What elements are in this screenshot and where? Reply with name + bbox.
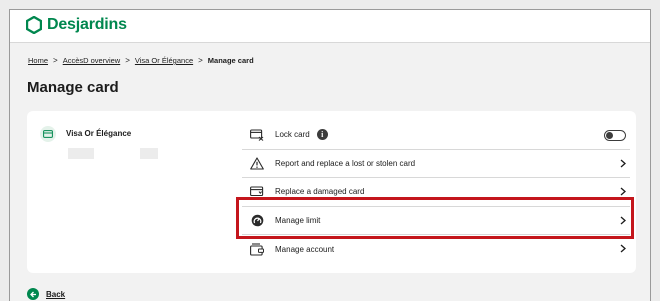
lock-card-row: Lock card i xyxy=(242,121,630,150)
card-panel: Visa Or Élégance Lock card i Report and … xyxy=(27,111,636,273)
back-link[interactable]: Back xyxy=(27,288,65,300)
browser-viewport: Desjardins Home > AccèsD overview > Visa… xyxy=(9,9,651,301)
gauge-icon xyxy=(250,213,264,227)
back-label: Back xyxy=(46,289,66,299)
manage-limit-row[interactable]: Manage limit xyxy=(242,207,630,235)
desjardins-logo[interactable]: Desjardins xyxy=(26,16,127,34)
hexagon-logo-icon xyxy=(26,16,42,34)
replace-damaged-label: Replace a damaged card xyxy=(275,187,365,197)
card-actions-list: Lock card i Report and replace a lost or… xyxy=(242,121,630,264)
masked-card-detail xyxy=(140,148,158,159)
replace-damaged-card-row[interactable]: Replace a damaged card xyxy=(242,178,630,207)
manage-limit-label: Manage limit xyxy=(275,215,321,225)
breadcrumb-accesd-overview[interactable]: AccèsD overview xyxy=(63,56,121,65)
card-lock-icon xyxy=(250,128,264,142)
breadcrumb: Home > AccèsD overview > Visa Or Éléganc… xyxy=(28,56,254,65)
breadcrumb-separator: > xyxy=(125,56,130,65)
credit-card-icon xyxy=(40,126,56,142)
report-replace-card-row[interactable]: Report and replace a lost or stolen card xyxy=(242,150,630,178)
warning-icon xyxy=(250,156,264,170)
breadcrumb-current: Manage card xyxy=(207,56,254,65)
chevron-right-icon xyxy=(620,216,626,224)
breadcrumb-separator: > xyxy=(198,56,203,65)
wallet-icon xyxy=(250,242,264,256)
back-arrow-icon xyxy=(27,288,39,300)
damaged-card-icon xyxy=(250,185,264,199)
report-replace-label: Report and replace a lost or stolen card xyxy=(275,158,416,168)
chevron-right-icon xyxy=(620,187,626,196)
masked-card-number xyxy=(68,148,94,159)
manage-account-label: Manage account xyxy=(275,244,335,254)
card-name: Visa Or Élégance xyxy=(66,129,132,138)
lock-card-label: Lock card xyxy=(275,130,310,140)
breadcrumb-separator: > xyxy=(53,56,58,65)
breadcrumb-visa-or-elegance[interactable]: Visa Or Élégance xyxy=(135,56,193,65)
chevron-right-icon xyxy=(620,244,626,253)
info-icon[interactable]: i xyxy=(316,129,328,141)
brand-name: Desjardins xyxy=(47,16,127,33)
header-bar: Desjardins xyxy=(10,10,650,43)
breadcrumb-home[interactable]: Home xyxy=(28,56,48,65)
page-title: Manage card xyxy=(27,79,119,96)
chevron-right-icon xyxy=(620,159,626,167)
lock-card-toggle[interactable] xyxy=(604,130,626,141)
toggle-knob xyxy=(606,132,613,139)
manage-account-row[interactable]: Manage account xyxy=(242,235,630,264)
